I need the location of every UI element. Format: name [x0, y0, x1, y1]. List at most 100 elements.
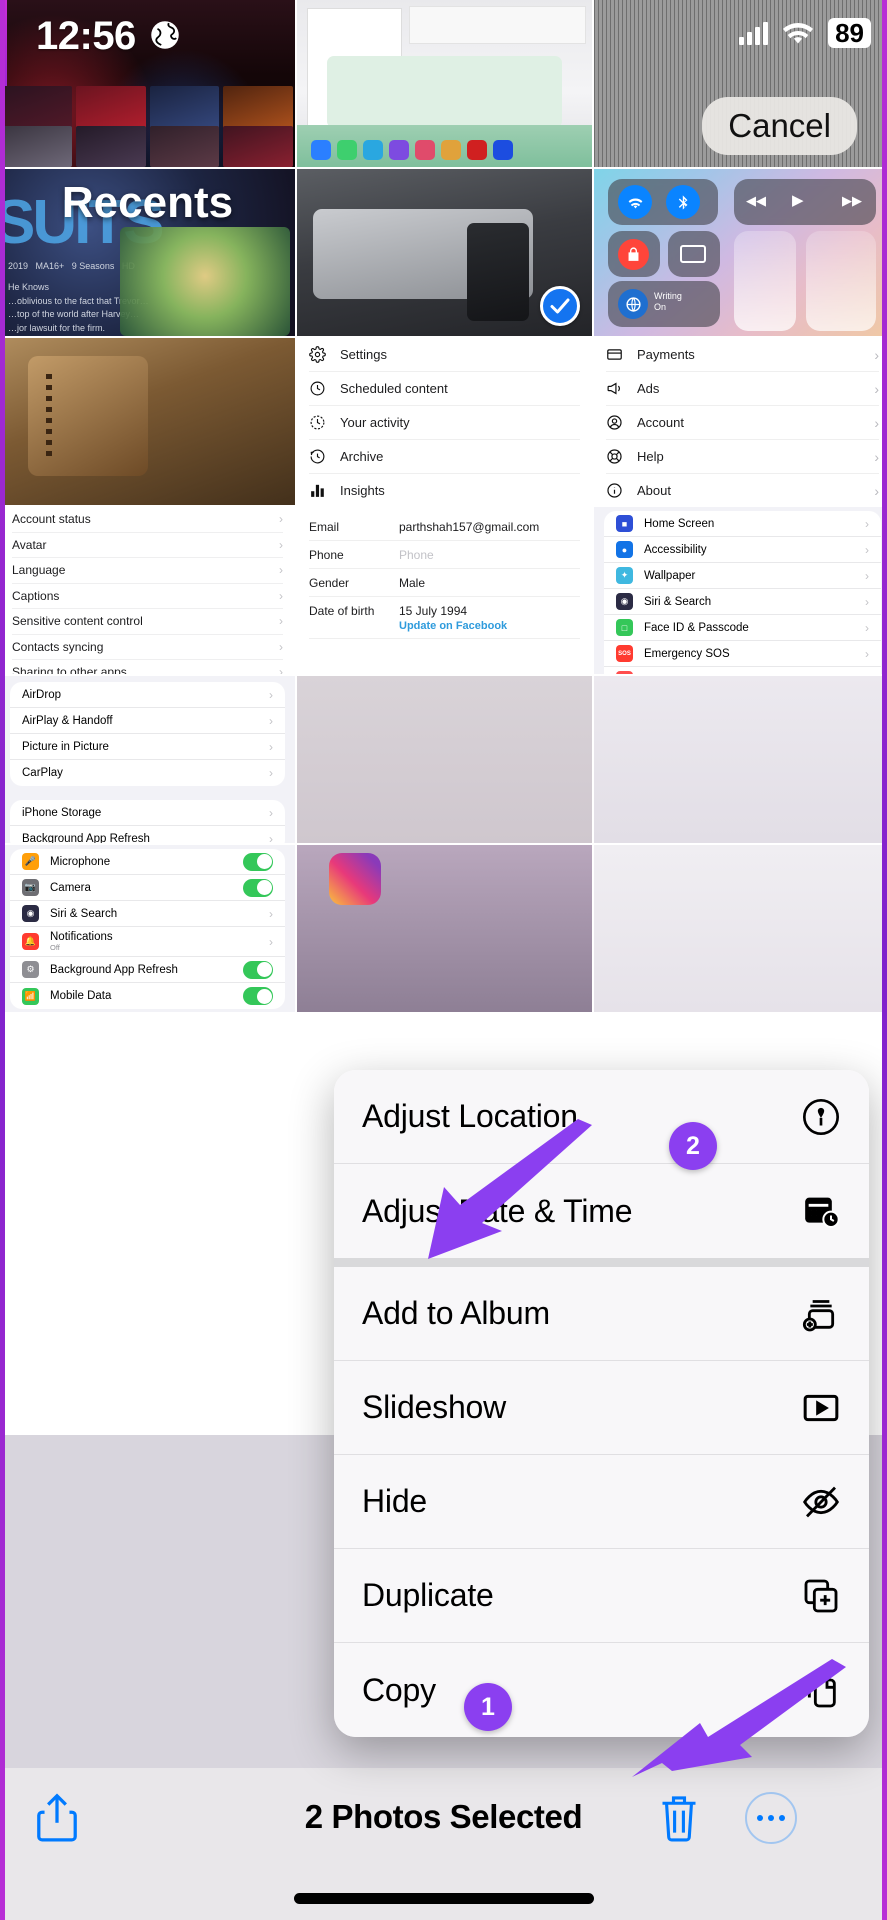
ig-menu-item-settings[interactable]: Settings	[309, 338, 580, 372]
ios-setting-row[interactable]: ☉ Exposure Notifications ›	[604, 667, 881, 674]
photo-thumbnail[interactable]: Settings Scheduled content Your activity	[297, 338, 592, 505]
chevron-right-icon: ›	[874, 346, 879, 363]
ig-settings-item-help[interactable]: Help ›	[606, 440, 879, 474]
photo-thumbnail[interactable]: AirDrop › AirPlay & Handoff › Picture in P…	[0, 676, 295, 843]
cancel-button[interactable]: Cancel	[702, 97, 857, 155]
menu-item-adjust-location[interactable]: Adjust Location	[334, 1070, 869, 1164]
menu-item-duplicate[interactable]: Duplicate	[334, 1549, 869, 1643]
ig-left-item[interactable]: Contacts syncing ›	[12, 635, 283, 660]
phone-screen: SUITS 2019 MA16+ 9 Seasons HD He Knows …o…	[0, 0, 887, 1920]
ig-left-item[interactable]: Language ›	[12, 558, 283, 584]
menu-item-add-to-album[interactable]: Add to Album	[334, 1267, 869, 1361]
ig-settings-item-about[interactable]: About ›	[606, 474, 879, 505]
ios-setting-row[interactable]: AirPlay & Handoff ›	[10, 708, 285, 734]
chevron-right-icon: ›	[865, 594, 869, 609]
chevron-right-icon: ›	[279, 639, 283, 654]
photo-thumbnail[interactable]: Email parthshah157@gmail.com Phone Phone…	[297, 507, 592, 674]
home-screen-icon: ■	[616, 515, 633, 532]
chevron-right-icon: ›	[865, 568, 869, 583]
ios-permission-row[interactable]: 📷 Camera	[10, 875, 285, 901]
instagram-settings-left-list: Account status › Avatar › Language › Captio…	[0, 507, 295, 674]
ig-left-item[interactable]: Captions ›	[12, 584, 283, 609]
ig-menu-item-scheduled-content[interactable]: Scheduled content	[309, 372, 580, 406]
ios-permission-row[interactable]: ⚙ Background App Refresh	[10, 957, 285, 983]
ig-menu-item-your-activity[interactable]: Your activity	[309, 406, 580, 440]
ig-left-item[interactable]: Avatar ›	[12, 533, 283, 558]
photo-thumbnail[interactable]	[297, 169, 592, 336]
ig-left-item[interactable]: Sharing to other apps ›	[12, 660, 283, 674]
ig-menu-label: Your activity	[340, 415, 410, 430]
menu-group-divider	[334, 1258, 869, 1267]
photo-thumbnail[interactable]: ◀◀ ▶ ▶▶ Writing On	[594, 169, 887, 336]
menu-item-hide[interactable]: Hide	[334, 1455, 869, 1549]
ios-setting-row[interactable]: ◉ Siri & Search ›	[604, 589, 881, 615]
photo-thumbnail[interactable]: Account status › Avatar › Language › Captio…	[0, 507, 295, 674]
update-on-facebook-link[interactable]: Update on Facebook	[399, 620, 507, 632]
trash-icon[interactable]	[657, 1790, 701, 1844]
ios-setting-row[interactable]: CarPlay ›	[10, 760, 285, 786]
toggle-switch[interactable]	[243, 960, 273, 979]
annotation-badge-2: 2	[669, 1122, 717, 1170]
ios-setting-row[interactable]: SOS Emergency SOS ›	[604, 641, 881, 667]
ig-left-item[interactable]: Account status ›	[12, 507, 283, 533]
ios-permission-row[interactable]: ◉ Siri & Search ›	[10, 901, 285, 927]
device-edge-right	[882, 0, 887, 1920]
exposure-icon: ☉	[616, 671, 633, 674]
profile-form-row[interactable]: Date of birth 15 July 1994 Update on Fac…	[309, 597, 580, 639]
photo-thumbnail[interactable]	[0, 0, 295, 167]
ig-settings-label: Ads	[637, 381, 660, 396]
menu-item-copy[interactable]: Copy	[334, 1643, 869, 1737]
ios-permission-row[interactable]: 📶 Mobile Data	[10, 983, 285, 1009]
add-to-album-icon	[801, 1294, 841, 1334]
profile-form-row[interactable]: Phone Phone	[309, 541, 580, 569]
photo-thumbnail[interactable]: ■ Home Screen › ● Accessibility › ✦ Wall…	[594, 507, 887, 674]
photo-thumbnail[interactable]: Payments › Ads › Account › Help › About …	[594, 338, 887, 505]
ig-settings-item-account[interactable]: Account ›	[606, 406, 879, 440]
ios-setting-row[interactable]: ● Accessibility ›	[604, 537, 881, 563]
ios-setting-row[interactable]: AirDrop ›	[10, 682, 285, 708]
chevron-right-icon: ›	[269, 906, 273, 921]
ios-setting-row[interactable]: ✦ Wallpaper ›	[604, 563, 881, 589]
ios-permission-row[interactable]: 🔔 Notifications Off ›	[10, 927, 285, 957]
chevron-right-icon: ›	[279, 614, 283, 629]
photo-thumbnail[interactable]	[297, 845, 592, 1012]
ios-setting-row[interactable]: iPhone Storage ›	[10, 800, 285, 826]
photo-thumbnail[interactable]: 🎤 Microphone 📷 Camera ◉ Siri & Search › …	[0, 845, 295, 1012]
toggle-switch[interactable]	[243, 852, 273, 871]
ios-setting-row[interactable]: Background App Refresh ›	[10, 826, 285, 843]
toggle-switch[interactable]	[243, 987, 273, 1005]
wallpaper-icon: ✦	[616, 567, 633, 584]
ig-menu-item-insights[interactable]: Insights	[309, 474, 580, 505]
photo-thumbnail[interactable]: SUITS 2019 MA16+ 9 Seasons HD He Knows …o…	[0, 169, 295, 336]
copy-pages-icon	[801, 1670, 841, 1710]
menu-item-slideshow[interactable]: Slideshow	[334, 1361, 869, 1455]
profile-form-row[interactable]: Email parthshah157@gmail.com	[309, 513, 580, 541]
toggle-switch[interactable]	[243, 878, 273, 897]
ig-settings-item-ads[interactable]: Ads ›	[606, 372, 879, 406]
calendar-clock-icon	[801, 1191, 841, 1231]
chevron-right-icon: ›	[269, 832, 273, 843]
mobile-data-icon: 📶	[22, 987, 39, 1005]
photo-thumbnail[interactable]	[297, 0, 592, 167]
ios-setting-row[interactable]: □ Face ID & Passcode ›	[604, 615, 881, 641]
menu-item-adjust-date-time[interactable]: Adjust Date & Time	[334, 1164, 869, 1258]
ig-menu-item-archive[interactable]: Archive	[309, 440, 580, 474]
ig-left-item[interactable]: Sensitive content control ›	[12, 609, 283, 635]
ios-setting-row[interactable]: Picture in Picture ›	[10, 734, 285, 760]
photo-thumbnail[interactable]	[0, 338, 295, 505]
photo-thumbnail[interactable]	[594, 676, 887, 843]
chevron-right-icon: ›	[279, 563, 283, 578]
profile-form-row[interactable]: Gender Male	[309, 569, 580, 597]
ios-permission-row[interactable]: 🎤 Microphone	[10, 849, 285, 875]
cc-writing-label: Writing On	[654, 291, 682, 313]
ig-menu-label: Archive	[340, 449, 384, 464]
ig-menu-label: Insights	[340, 483, 385, 498]
selected-checkmark-badge[interactable]	[540, 286, 580, 326]
accessibility-icon: ●	[616, 541, 633, 558]
photo-thumbnail[interactable]	[297, 676, 592, 843]
ig-settings-item-payments[interactable]: Payments ›	[606, 338, 879, 372]
instagram-settings-right-list: Payments › Ads › Account › Help › About …	[594, 338, 887, 505]
photo-thumbnail[interactable]	[594, 845, 887, 1012]
ios-setting-row[interactable]: ■ Home Screen ›	[604, 511, 881, 537]
more-ellipsis-icon[interactable]	[745, 1792, 797, 1844]
